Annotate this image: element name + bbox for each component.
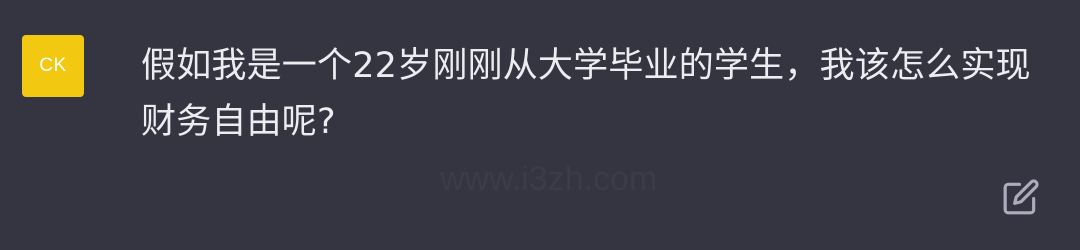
edit-message-button[interactable] [998, 174, 1044, 220]
edit-icon [1002, 178, 1040, 216]
user-message-row: CK 假如我是一个22岁刚刚从大学毕业的学生，我该怎么实现财务自由呢? www.… [0, 0, 1080, 250]
user-message-text: 假如我是一个22岁刚刚从大学毕业的学生，我该怎么实现财务自由呢? [141, 46, 1031, 142]
watermark: www.i3zh.com [440, 160, 657, 199]
avatar-initials: CK [39, 55, 67, 76]
user-avatar: CK [22, 35, 84, 97]
